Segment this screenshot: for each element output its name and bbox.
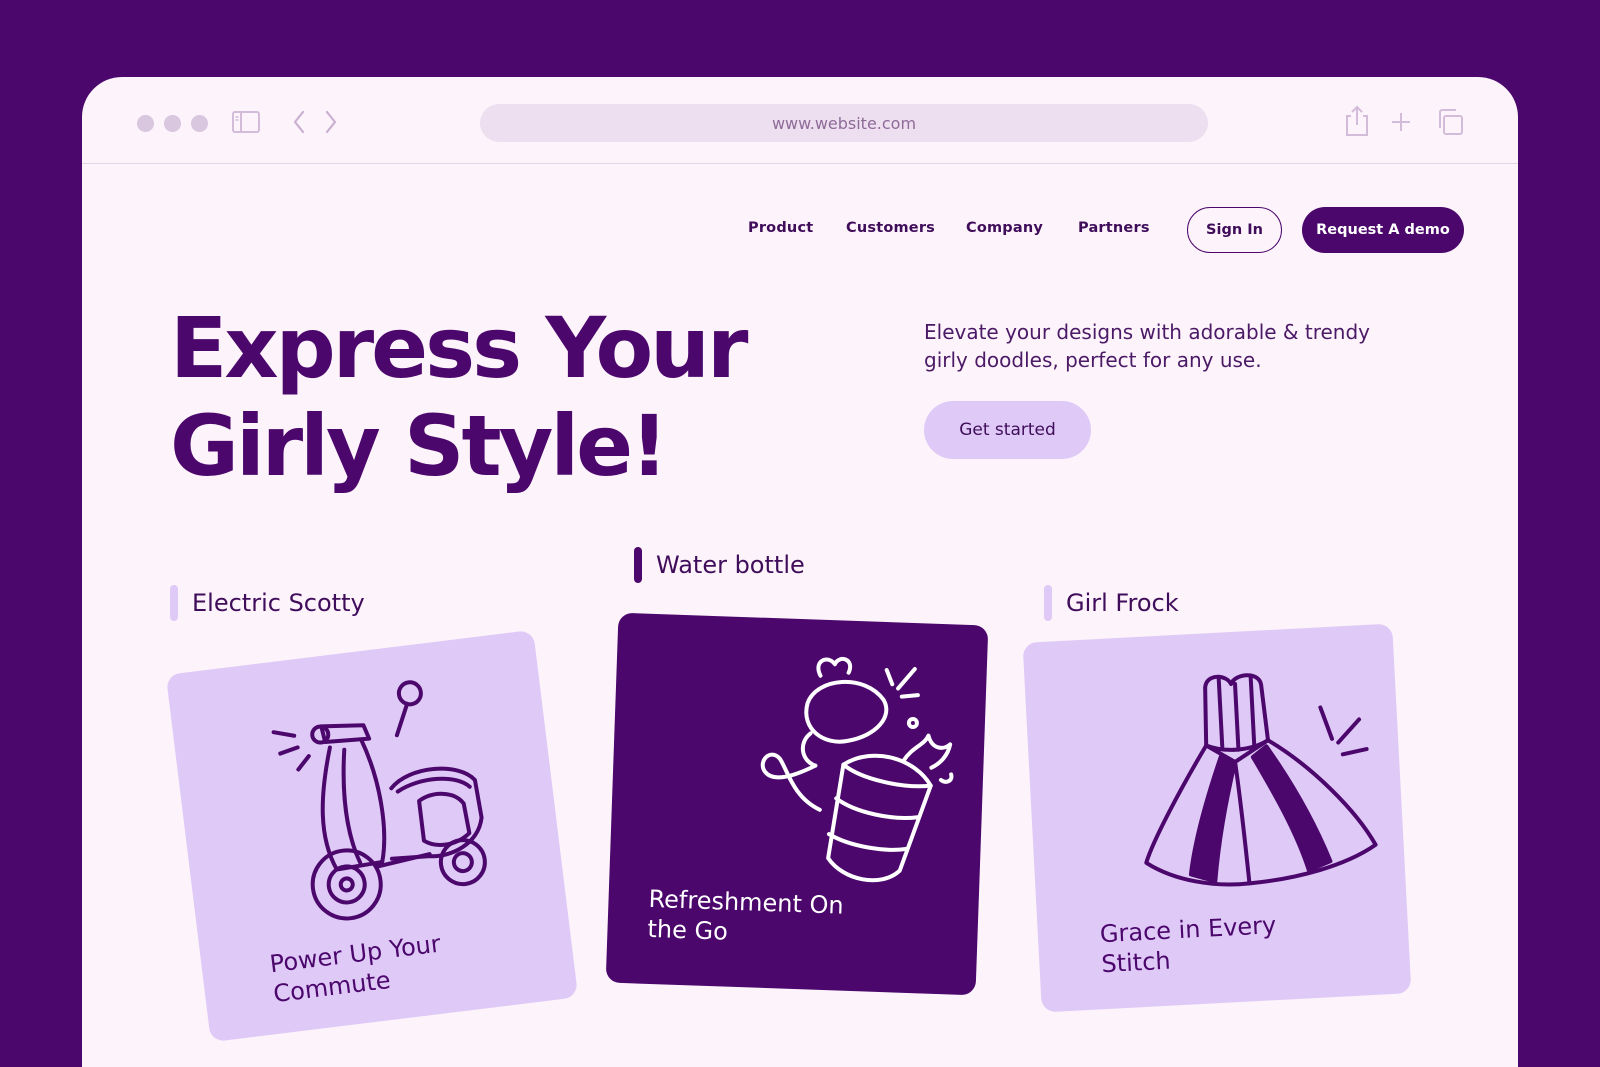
browser-toolbar: www.website.com — [82, 77, 1518, 164]
request-demo-button[interactable]: Request A demo — [1302, 207, 1464, 253]
address-bar[interactable]: www.website.com — [480, 104, 1208, 142]
card-caption: Refreshment On the Go — [647, 884, 844, 951]
hero-description: Elevate your designs with adorable & tre… — [924, 320, 1371, 372]
card-caption: Power Up Your Commute — [268, 929, 446, 1009]
product-card-scooter[interactable]: Power Up Your Commute — [165, 629, 579, 1043]
nav-link-customers[interactable]: Customers — [846, 220, 935, 236]
browser-window: www.website.com Product Customers Compan… — [82, 77, 1518, 1067]
card-caption: Grace in Every Stitch — [1099, 910, 1278, 979]
category-marker — [1044, 585, 1052, 621]
category-title: Water bottle — [656, 551, 805, 579]
tabs-overview-icon[interactable] — [1436, 108, 1464, 136]
nav-link-company[interactable]: Company — [966, 220, 1043, 236]
category-title: Girl Frock — [1066, 589, 1179, 617]
nav-link-partners[interactable]: Partners — [1078, 220, 1150, 236]
category-label-electric-scotty: Electric Scotty — [170, 585, 365, 621]
sidebar-toggle-icon[interactable] — [232, 111, 260, 133]
product-card-dress[interactable]: Grace in Every Stitch — [1022, 623, 1412, 1013]
new-tab-icon[interactable] — [1391, 112, 1411, 132]
share-icon[interactable] — [1344, 105, 1370, 137]
get-started-button[interactable]: Get started — [924, 401, 1091, 459]
card-caption-line-2: Stitch — [1100, 946, 1172, 979]
water-bottle-icon — [760, 656, 954, 883]
category-label-water-bottle: Water bottle — [634, 547, 805, 583]
back-arrow-icon[interactable] — [292, 110, 306, 134]
forward-arrow-icon[interactable] — [324, 110, 338, 134]
category-marker — [634, 547, 642, 583]
url-text: www.website.com — [771, 113, 917, 133]
dress-icon — [1144, 673, 1378, 887]
card-caption-line-1: Grace in Every — [1099, 911, 1277, 949]
hero-title-line-2: Girly Style! — [170, 397, 668, 495]
scooter-icon — [271, 680, 487, 921]
category-marker — [170, 585, 178, 621]
category-label-girl-frock: Girl Frock — [1044, 585, 1179, 621]
category-title: Electric Scotty — [192, 589, 365, 617]
minimize-window-dot[interactable] — [164, 115, 181, 132]
card-caption-line-2: the Go — [647, 914, 729, 946]
product-card-water-bottle[interactable]: Refreshment On the Go — [605, 612, 989, 996]
site-navigation: Product Customers Company Partners Sign … — [82, 207, 1518, 253]
hero-title-line-1: Express Your — [170, 299, 748, 397]
sign-in-button[interactable]: Sign In — [1187, 207, 1282, 253]
maximize-window-dot[interactable] — [191, 115, 208, 132]
card-caption-line-1: Refreshment On — [648, 884, 845, 920]
nav-link-product[interactable]: Product — [748, 220, 813, 236]
window-controls — [137, 115, 208, 132]
hero-title: Express Your Girly Style! — [170, 299, 810, 495]
close-window-dot[interactable] — [137, 115, 154, 132]
